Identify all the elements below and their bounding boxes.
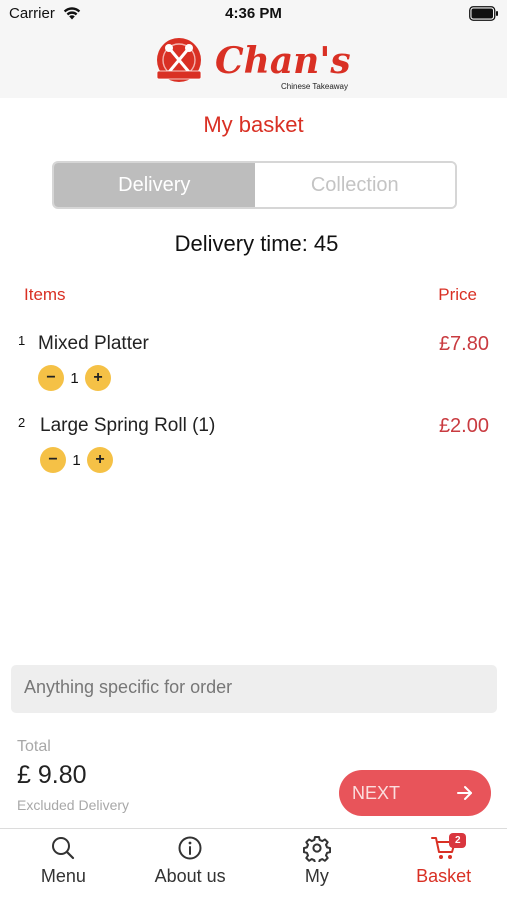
arrow-right-icon (457, 786, 472, 800)
brand-tagline: Chinese Takeaway (281, 82, 348, 91)
total-label: Total (17, 738, 51, 755)
item-index: 1 (18, 333, 26, 348)
tab-basket[interactable]: 2 Basket (380, 829, 507, 900)
status-bar: Carrier 4:36 PM (0, 0, 507, 28)
decrease-quantity-button[interactable]: − (40, 447, 66, 473)
collection-option[interactable]: Collection (254, 163, 455, 207)
tab-basket-label: Basket (416, 866, 472, 886)
minus-icon: − (46, 369, 56, 386)
tab-bar: Menu About us My 2 Basket (0, 828, 507, 900)
item-name: Mixed Platter (38, 333, 149, 354)
tab-menu-label: Menu (40, 866, 86, 886)
tab-menu[interactable]: Menu (0, 829, 127, 900)
tab-my[interactable]: My (254, 829, 381, 900)
plus-icon: + (93, 369, 103, 386)
quantity-stepper: − 1 + (40, 447, 113, 473)
item-price: £7.80 (438, 333, 489, 355)
brand-logo: Chan's Chinese Takeaway (156, 38, 351, 91)
basket-item: 1 Mixed Platter £7.80 − 1 + (0, 333, 507, 403)
item-name: Large Spring Roll (1) (40, 415, 216, 436)
delivery-time: Delivery time: 45 (0, 231, 507, 257)
total-value: £ 9.80 (17, 761, 87, 789)
clock: 4:36 PM (225, 5, 282, 22)
delivery-option[interactable]: Delivery (54, 163, 255, 207)
quantity-stepper: − 1 + (38, 365, 111, 391)
tab-my-label: My (304, 866, 329, 886)
decrease-quantity-button[interactable]: − (38, 365, 64, 391)
delivery-excluded-note: Excluded Delivery (17, 797, 130, 813)
gear-icon (302, 836, 331, 862)
items-column-header: Items (24, 285, 66, 304)
price-column-header: Price (438, 285, 477, 304)
app-header: Chan's Chinese Takeaway (0, 28, 507, 98)
increase-quantity-button[interactable]: + (87, 447, 113, 473)
item-price: £2.00 (438, 415, 489, 437)
battery-icon (469, 6, 498, 21)
increase-quantity-button[interactable]: + (85, 365, 111, 391)
delivery-time-value: 45 (313, 231, 339, 256)
tab-about-us[interactable]: About us (127, 829, 254, 900)
next-button-label: NEXT (352, 782, 401, 803)
plus-icon: + (95, 451, 105, 468)
quantity-value: 1 (72, 451, 81, 469)
order-note-input[interactable]: Anything specific for order (11, 665, 497, 713)
info-icon (178, 836, 202, 860)
quantity-value: 1 (70, 369, 79, 387)
brand-name: Chan's (215, 40, 351, 82)
item-index: 2 (18, 415, 26, 430)
basket-count-badge: 2 (449, 833, 467, 848)
basket-item: 2 Large Spring Roll (1) £2.00 − 1 + (0, 415, 507, 485)
search-icon (52, 837, 75, 860)
minus-icon: − (48, 451, 58, 468)
delivery-mode-toggle: Delivery Collection (52, 161, 457, 209)
next-button[interactable]: NEXT (339, 770, 491, 816)
delivery-time-label: Delivery time: (174, 231, 308, 256)
page-title: My basket (203, 112, 304, 137)
tab-about-us-label: About us (154, 866, 226, 886)
